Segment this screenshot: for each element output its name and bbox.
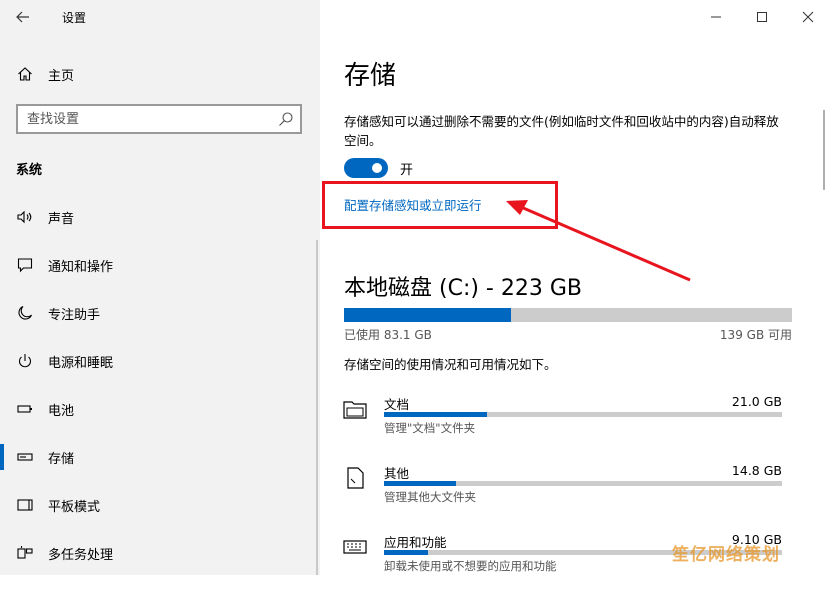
main-scrollbar[interactable] [823,110,825,190]
page-title: 存储 [344,61,397,91]
search-icon[interactable] [278,111,294,127]
category-usage-bar-fill [384,550,428,555]
disk-usage-bar-fill [344,308,512,322]
close-icon [802,11,814,23]
category-subtitle: 管理"文档"文件夹 [384,421,476,435]
category-name: 应用和功能 [384,535,447,550]
sidebar-item-notifications[interactable]: 通知和操作 [0,245,318,285]
sidebar-item-label: 声音 [48,211,75,227]
keyboard-icon [343,540,367,554]
multitask-icon [16,544,34,562]
speaker-icon [16,208,34,226]
storage-sense-toggle[interactable] [344,158,388,178]
section-label: 系统 [16,163,43,178]
category-usage-bar [384,412,782,417]
notification-icon [16,256,34,274]
folder-icon [343,401,367,419]
category-name: 文档 [384,397,410,412]
sidebar-item-multitasking[interactable]: 多任务处理 [0,533,318,573]
sidebar-item-battery[interactable]: 电池 [0,389,318,429]
maximize-icon [757,12,767,22]
back-arrow-icon [16,11,29,23]
power-icon [16,352,34,370]
storage-sense-description: 存储感知可以通过删除不需要的文件(例如临时文件和回收站中的内容)自动释放空间。 [344,114,779,148]
sidebar: 设置 主页 系统 声音 通知和操作 专注助手 电 [0,0,320,575]
sidebar-item-home[interactable]: 主页 [0,54,318,94]
category-size: 14.8 GB [731,463,782,478]
sidebar-item-label: 存储 [48,451,75,467]
disk-title: 本地磁盘 (C:) - 223 GB [344,276,582,301]
category-usage-bar-fill [384,412,488,417]
back-button[interactable] [10,6,36,28]
battery-icon [16,400,34,418]
window-title: 设置 [62,11,87,25]
toggle-knob [372,163,382,173]
close-button[interactable] [793,6,823,28]
minimize-icon [711,16,721,18]
sidebar-item-label: 多任务处理 [48,547,114,563]
sidebar-item-storage[interactable]: 存储 [0,437,318,477]
category-documents[interactable]: 文档 21.0 GB 管理"文档"文件夹 [342,394,782,454]
sidebar-item-label: 电源和睡眠 [48,355,114,371]
toggle-state-label: 开 [400,163,414,178]
sidebar-item-power[interactable]: 电源和睡眠 [0,341,318,381]
category-subtitle: 管理其他大文件夹 [384,490,476,504]
tablet-icon [16,496,34,514]
category-name: 其他 [384,466,410,481]
sidebar-scrollbar[interactable] [316,240,318,575]
category-other[interactable]: 其他 14.8 GB 管理其他大文件夹 [342,463,782,523]
search-input[interactable] [27,106,267,132]
sidebar-item-focus-assist[interactable]: 专注助手 [0,293,318,333]
sidebar-item-label: 主页 [48,68,75,84]
minimize-button[interactable] [701,6,731,28]
sidebar-item-label: 专注助手 [48,307,101,323]
disk-free-label: 139 GB 可用 [719,328,792,342]
maximize-button[interactable] [747,6,777,28]
selected-indicator [0,444,4,470]
search-box[interactable] [16,104,302,134]
file-icon [347,467,364,489]
sidebar-item-label: 平板模式 [48,499,101,515]
sidebar-item-tablet-mode[interactable]: 平板模式 [0,485,318,525]
category-size: 21.0 GB [731,394,782,409]
sidebar-item-label: 通知和操作 [48,259,114,275]
sidebar-item-sound[interactable]: 声音 [0,197,318,237]
home-icon [16,65,34,83]
category-usage-bar-fill [384,481,456,486]
moon-icon [16,304,34,322]
category-subtitle: 卸载未使用或不想要的应用和功能 [384,559,557,573]
disk-used-label: 已使用 83.1 GB [344,328,432,342]
storage-icon [16,448,34,466]
usage-description: 存储空间的使用情况和可用情况如下。 [344,357,557,372]
watermark: 笙亿网络策划 [672,545,780,565]
sidebar-item-label: 电池 [48,403,75,419]
disk-usage-bar [344,308,792,322]
category-usage-bar [384,481,782,486]
